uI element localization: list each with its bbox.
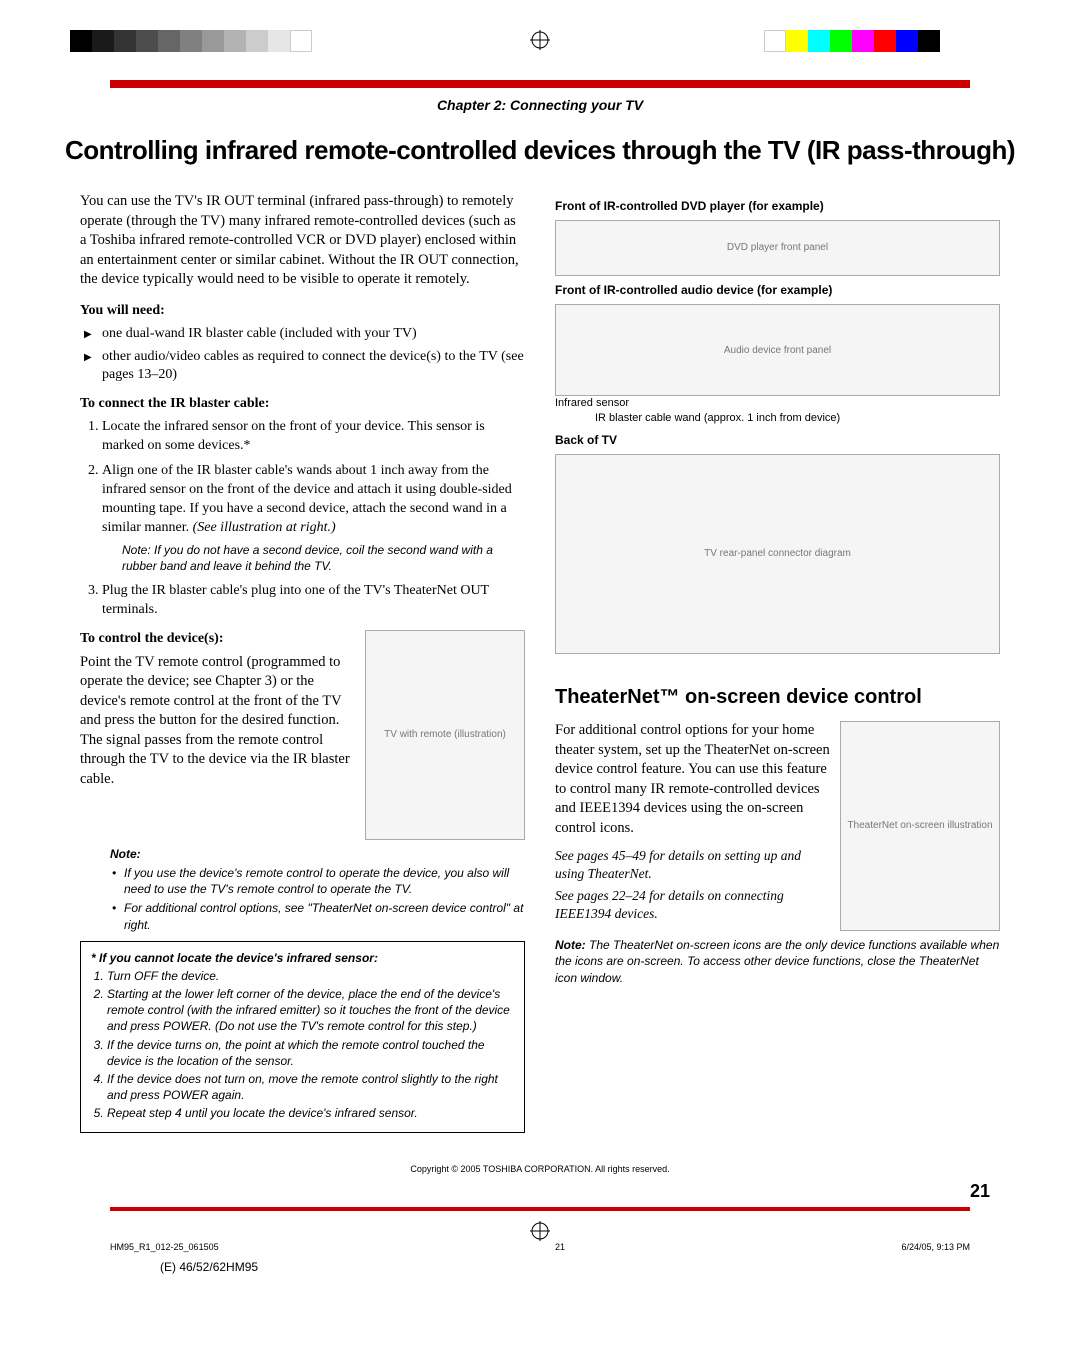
theaternet-note: Note: The TheaterNet on-screen icons are… xyxy=(555,937,1000,986)
connect-steps: Locate the infrared sensor on the front … xyxy=(102,418,525,620)
model-number: (E) 46/52/62HM95 xyxy=(160,1259,1040,1275)
theaternet-tv-diagram: TheaterNet on-screen illustration xyxy=(840,721,1000,931)
tv-back-panel-diagram: TV rear-panel connector diagram xyxy=(555,454,1000,654)
list-item: For additional control options, see "The… xyxy=(124,900,525,932)
list-item: Locate the infrared sensor on the front … xyxy=(102,418,525,456)
note-coil-wand: Note: If you do not have a second device… xyxy=(122,542,525,574)
back-of-tv-label: Back of TV xyxy=(555,432,1000,448)
you-will-need-heading: You will need: xyxy=(80,302,525,321)
footer-page: 21 xyxy=(555,1241,565,1253)
grayscale-bar xyxy=(70,30,312,52)
footer-accent-bar xyxy=(110,1207,970,1211)
crop-mark-icon xyxy=(530,1221,550,1241)
audio-diagram-label: Front of IR-controlled audio device (for… xyxy=(555,282,1000,298)
ir-wand-caption: IR blaster cable wand (approx. 1 inch fr… xyxy=(595,411,1000,426)
theaternet-note-text: The TheaterNet on-screen icons are the o… xyxy=(555,938,999,984)
list-item: one dual-wand IR blaster cable (included… xyxy=(102,325,525,344)
header-accent-bar xyxy=(110,80,970,88)
left-column: You can use the TV's IR OUT terminal (in… xyxy=(80,192,525,1133)
you-will-need-list: one dual-wand IR blaster cable (included… xyxy=(102,325,525,386)
dvd-diagram-label: Front of IR-controlled DVD player (for e… xyxy=(555,198,1000,214)
list-item: Turn OFF the device. xyxy=(107,968,514,984)
infrared-sensor-help-box: * If you cannot locate the device's infr… xyxy=(80,941,525,1133)
list-item: If the device turns on, the point at whi… xyxy=(107,1037,514,1069)
note-block: Note: If you use the device's remote con… xyxy=(110,846,525,933)
copyright-line: Copyright © 2005 TOSHIBA CORPORATION. Al… xyxy=(40,1163,1040,1175)
main-columns: You can use the TV's IR OUT terminal (in… xyxy=(80,192,1000,1133)
printer-registration-marks xyxy=(40,30,1040,60)
crop-mark-icon xyxy=(530,30,550,50)
color-registration-bar xyxy=(764,30,940,52)
ir-sensor-caption: Infrared sensor xyxy=(555,396,1000,411)
right-column: Front of IR-controlled DVD player (for e… xyxy=(555,192,1000,1133)
footer-filename: HM95_R1_012-25_061505 xyxy=(110,1241,219,1253)
bottom-crop xyxy=(40,1221,1040,1241)
page-number: 21 xyxy=(40,1179,990,1203)
tv-remote-diagram: TV with remote (illustration) xyxy=(365,630,525,840)
theaternet-heading: TheaterNet™ on-screen device control xyxy=(555,684,1000,711)
sensor-help-heading: * If you cannot locate the device's infr… xyxy=(91,950,514,966)
illustration-reference: (See illustration at right.) xyxy=(193,520,336,535)
list-item: Repeat step 4 until you locate the devic… xyxy=(107,1105,514,1121)
list-item: Align one of the IR blaster cable's wand… xyxy=(102,462,525,574)
intro-paragraph: You can use the TV's IR OUT terminal (in… xyxy=(80,192,525,290)
note-label: Note: xyxy=(110,847,141,861)
chapter-label: Chapter 2: Connecting your TV xyxy=(40,96,1040,115)
dvd-player-diagram: DVD player front panel xyxy=(555,220,1000,276)
list-item: other audio/video cables as required to … xyxy=(102,348,525,386)
list-item: If you use the device's remote control t… xyxy=(124,865,525,897)
list-item: If the device does not turn on, move the… xyxy=(107,1071,514,1103)
list-item: Plug the IR blaster cable's plug into on… xyxy=(102,582,525,620)
print-footer: HM95_R1_012-25_061505 21 6/24/05, 9:13 P… xyxy=(110,1241,970,1253)
page-title: Controlling infrared remote-controlled d… xyxy=(40,133,1040,168)
audio-device-diagram: Audio device front panel xyxy=(555,304,1000,396)
connect-heading: To connect the IR blaster cable: xyxy=(80,395,525,414)
list-item: Starting at the lower left corner of the… xyxy=(107,986,514,1035)
footer-timestamp: 6/24/05, 9:13 PM xyxy=(901,1241,970,1253)
